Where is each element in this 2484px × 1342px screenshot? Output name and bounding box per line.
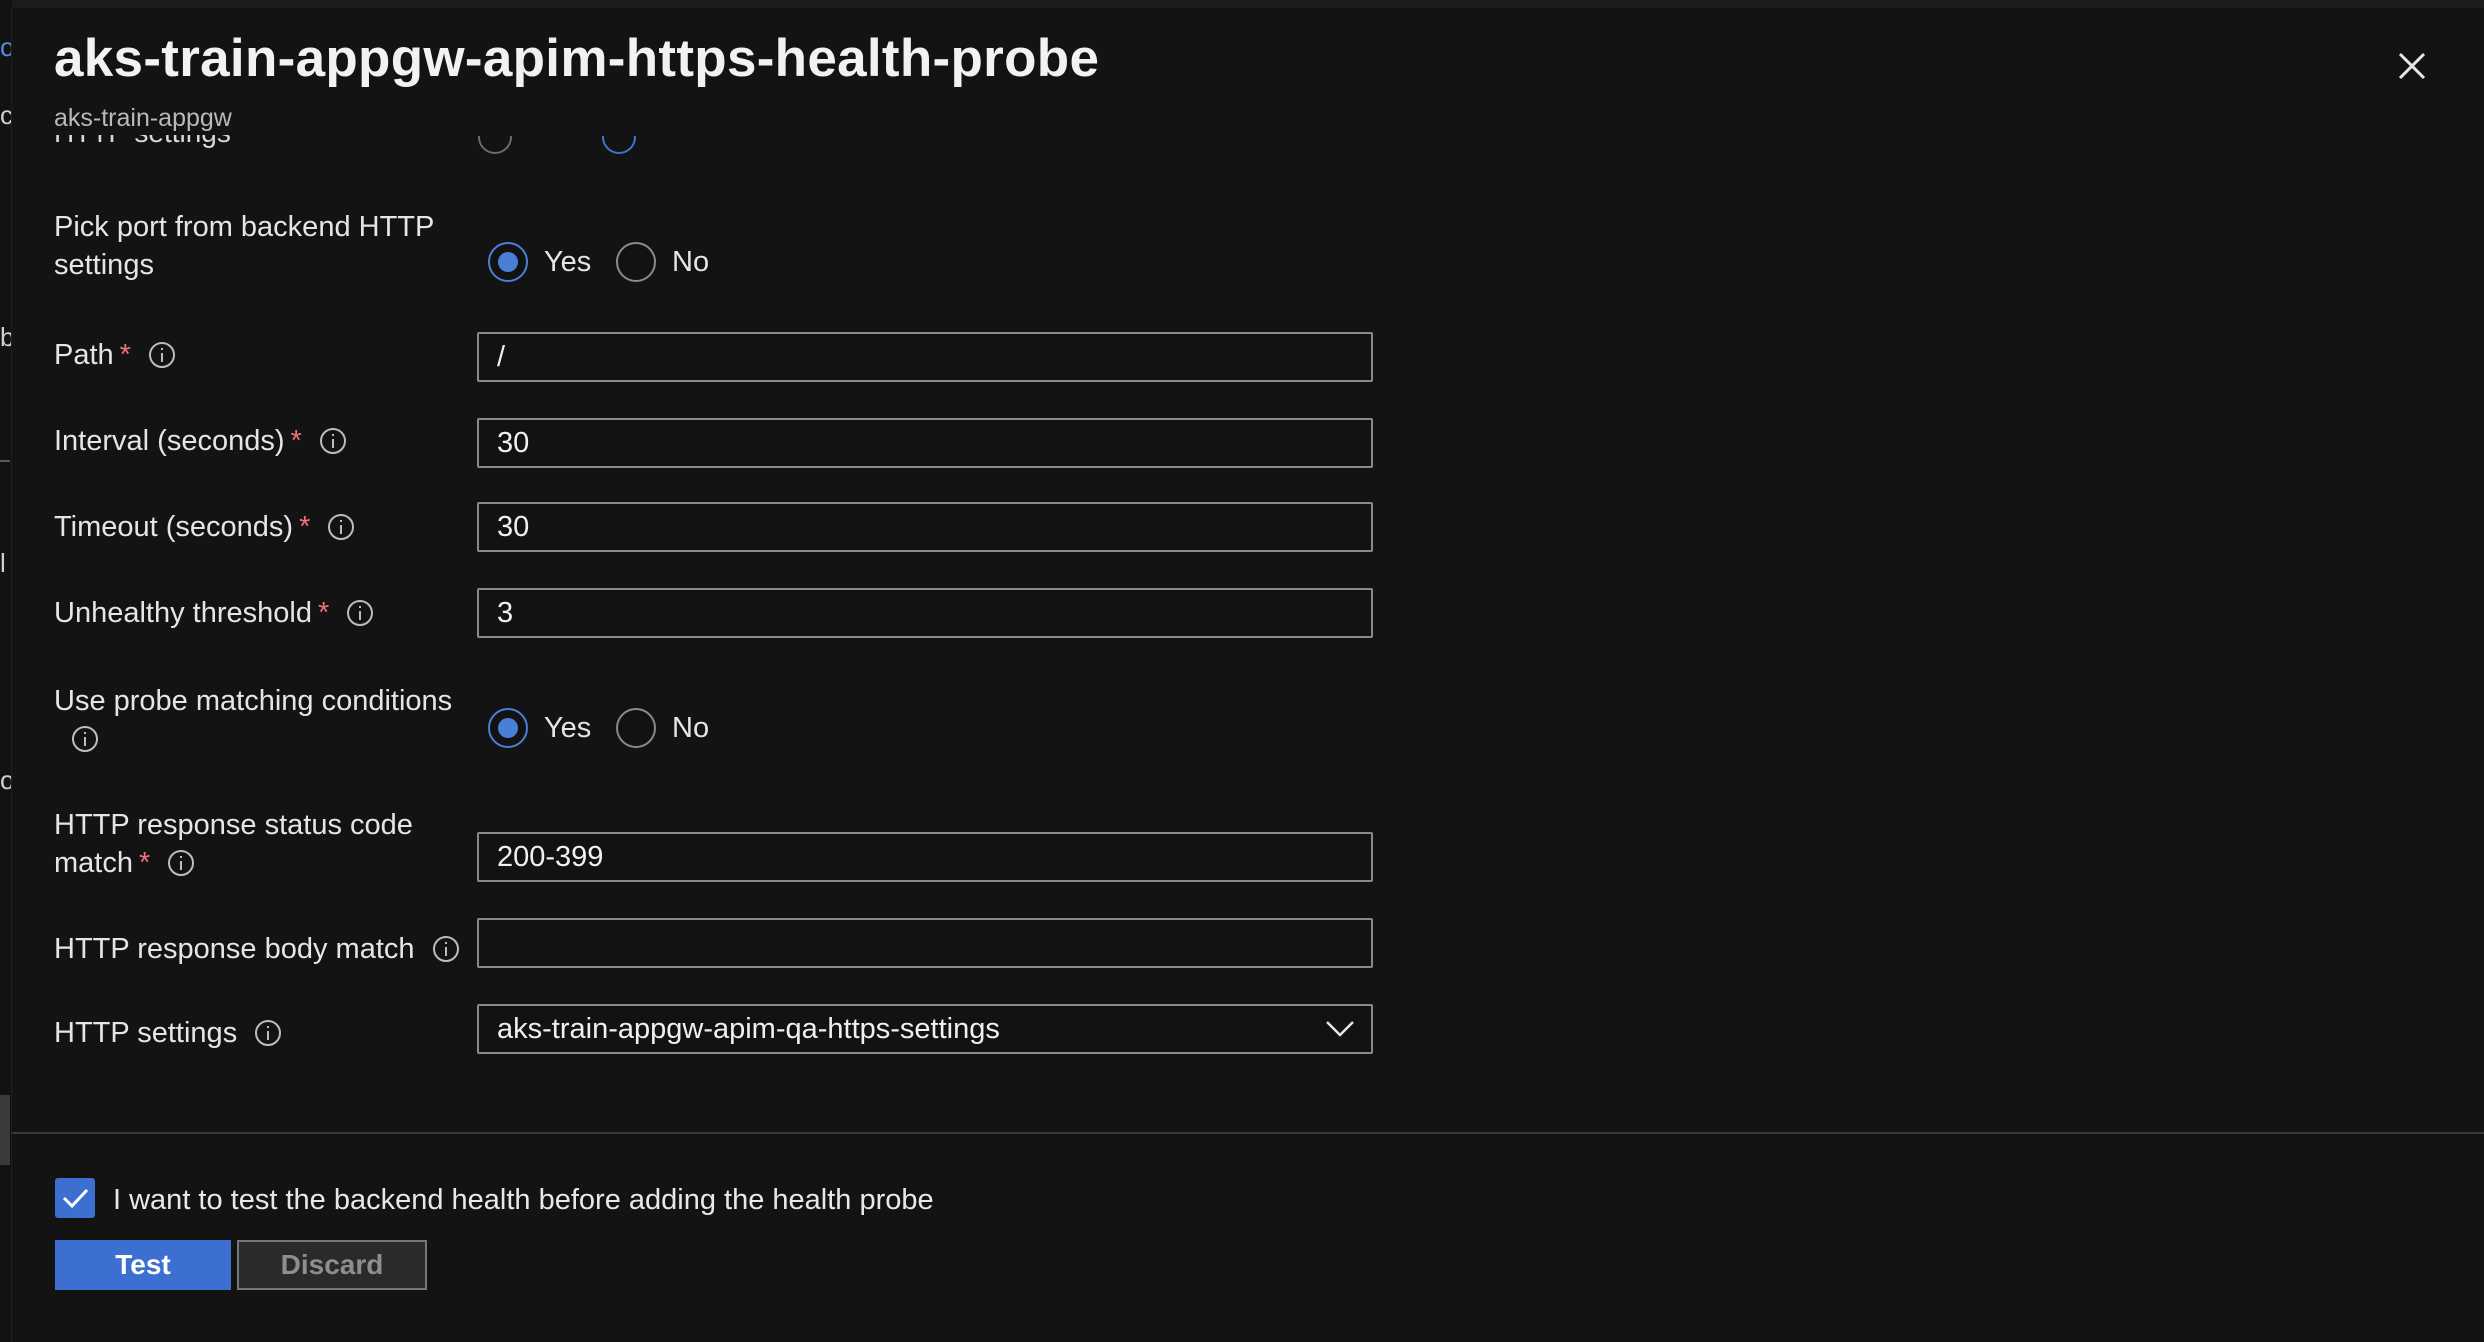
required-marker: * <box>119 339 131 371</box>
close-button[interactable] <box>2392 46 2432 86</box>
health-probe-panel: aks-train-appgw-apim-https-health-probe … <box>11 8 2484 1342</box>
background-rule <box>0 460 10 462</box>
footer-divider <box>12 1132 2484 1134</box>
status-code-match-input[interactable]: 200-399 <box>477 832 1373 882</box>
required-marker: * <box>290 425 302 457</box>
info-icon[interactable] <box>72 726 98 752</box>
radio-indicator <box>616 708 656 748</box>
required-marker: * <box>138 847 151 879</box>
http-settings-label: HTTP settings <box>54 1014 282 1052</box>
radio-selected-indicator <box>488 708 528 748</box>
radio-selected-indicator <box>488 242 528 282</box>
unhealthy-threshold-label: Unhealthy threshold * <box>54 594 374 632</box>
info-icon[interactable] <box>319 428 346 454</box>
status-code-match-label: HTTP response status code match * <box>54 809 413 879</box>
info-icon[interactable] <box>168 850 195 876</box>
test-backend-checkbox-label: I want to test the backend health before… <box>113 1184 934 1216</box>
test-button[interactable]: Test <box>55 1240 231 1290</box>
unhealthy-threshold-input[interactable]: 3 <box>477 588 1373 638</box>
probe-matching-label: Use probe matching conditions <box>54 682 452 758</box>
body-match-input[interactable] <box>477 918 1373 968</box>
radio-indicator <box>616 242 656 282</box>
radio-label: No <box>672 711 710 744</box>
pick-port-label: Pick port from backend HTTP settings <box>54 211 435 281</box>
pick-port-no-radio[interactable]: No <box>616 242 709 282</box>
interval-label: Interval (seconds) * <box>54 422 346 460</box>
probe-matching-yes-radio[interactable]: Yes <box>488 708 591 748</box>
background-bar <box>0 1095 10 1165</box>
clipped-radio <box>478 136 514 156</box>
pick-port-yes-radio[interactable]: Yes <box>488 242 591 282</box>
probe-matching-no-radio[interactable]: No <box>616 708 709 748</box>
test-backend-checkbox[interactable] <box>55 1178 95 1218</box>
http-settings-dropdown[interactable]: aks-train-appgw-apim-qa-https-settings <box>477 1004 1373 1054</box>
timeout-label: Timeout (seconds) * <box>54 508 355 546</box>
info-icon[interactable] <box>432 936 459 962</box>
info-icon[interactable] <box>255 1020 282 1046</box>
background-fragment: l <box>0 548 6 578</box>
clipped-radio <box>602 136 638 156</box>
radio-label: Yes <box>544 245 592 278</box>
discard-button[interactable]: Discard <box>237 1240 427 1290</box>
interval-input[interactable]: 30 <box>477 418 1373 468</box>
required-marker: * <box>317 597 330 629</box>
info-icon[interactable] <box>328 514 355 540</box>
close-icon <box>2398 52 2426 80</box>
radio-label: Yes <box>544 711 592 744</box>
panel-title: aks-train-appgw-apim-https-health-probe <box>54 29 1100 88</box>
checkmark-icon <box>62 1188 89 1209</box>
top-edge <box>0 0 2484 8</box>
body-match-label: HTTP response body match <box>54 930 459 968</box>
radio-label: No <box>672 245 710 278</box>
clipped-http-settings-label: HTTP settings <box>54 135 231 155</box>
chevron-down-icon <box>1326 1021 1354 1037</box>
required-marker: * <box>299 511 311 543</box>
timeout-input[interactable]: 30 <box>477 502 1373 552</box>
path-input[interactable]: / <box>477 332 1373 382</box>
http-settings-selected-value: aks-train-appgw-apim-qa-https-settings <box>497 1013 1000 1045</box>
path-label: Path * <box>54 336 175 374</box>
info-icon[interactable] <box>347 600 374 626</box>
panel-subtitle: aks-train-appgw <box>54 104 232 132</box>
info-icon[interactable] <box>148 342 175 368</box>
